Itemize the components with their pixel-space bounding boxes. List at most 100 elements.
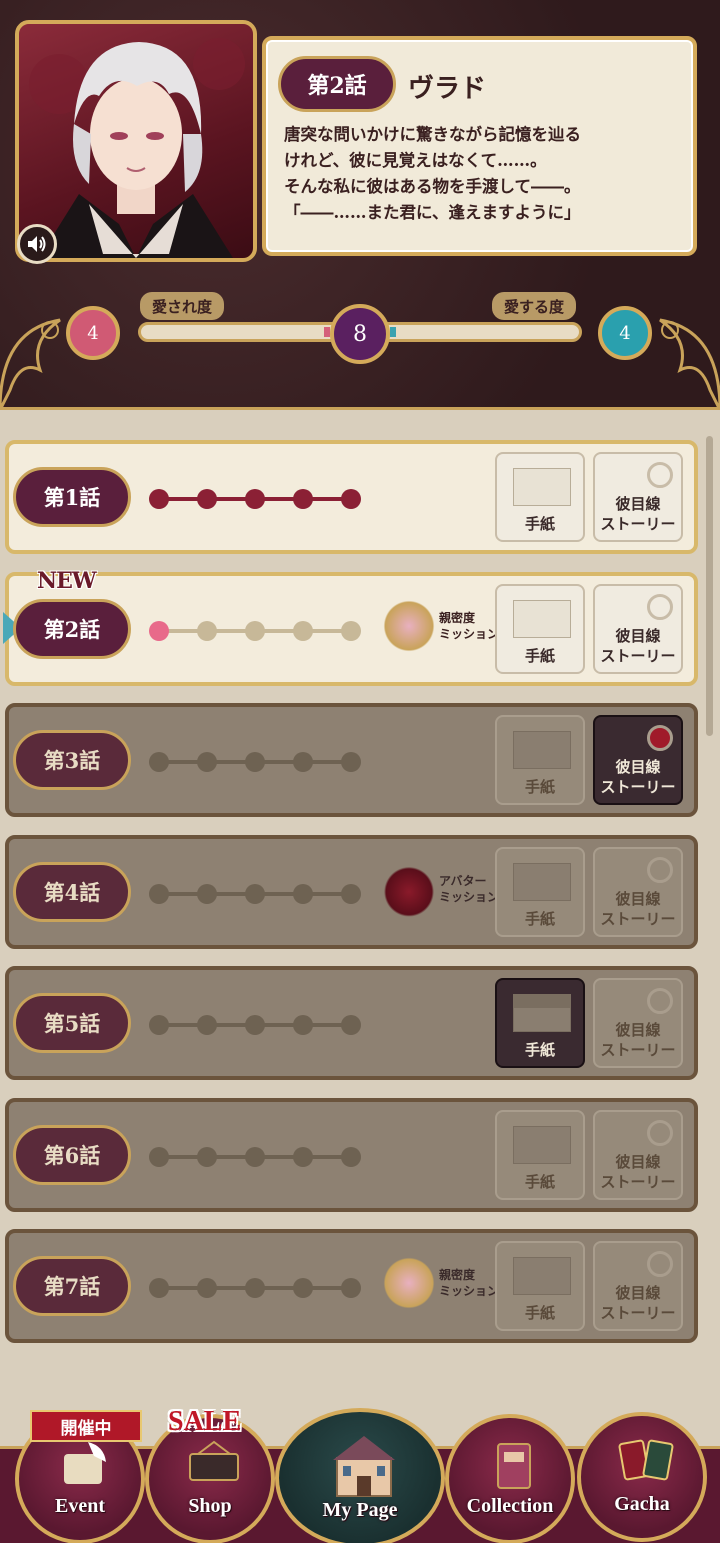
letter-button[interactable]: 手紙 <box>495 978 585 1068</box>
episode-list[interactable]: 第1話 手紙 彼目線 ストーリー NEW 第2話 親密度 ミッション 手紙 彼目線 ストーリー 第3話… <box>0 412 720 1543</box>
ornament-icon <box>647 988 673 1014</box>
story-label: 彼目線 ストーリー <box>595 1020 681 1060</box>
episode-row[interactable]: NEW 第2話 親密度 ミッション 手紙 彼目線 ストーリー <box>3 568 698 686</box>
episode-header: 第2話 ヴラド 唐突な問いかけに驚きながら記憶を辿る けれど、彼に見覚えはなくて… <box>0 0 720 410</box>
story-label: 彼目線 ストーリー <box>595 757 681 797</box>
nav-gacha-label: Gacha <box>614 1493 670 1515</box>
episode-description: 唐突な問いかけに驚きながら記憶を辿る けれど、彼に見覚えはなくて……。 そんな私… <box>284 122 689 226</box>
episode-label: 第2話 <box>13 598 131 659</box>
shop-sale-badge: SALE <box>168 1406 242 1437</box>
story-label-line: ストーリー <box>600 1172 676 1191</box>
progress-dot <box>197 883 217 904</box>
episode-row[interactable]: 第7話 親密度 ミッション 手紙 彼目線 ストーリー <box>5 1229 698 1343</box>
episode-title-badge: 第2話 <box>278 56 396 112</box>
progress-dot <box>293 489 313 509</box>
love-value: 4 <box>598 306 652 360</box>
description-line: 「――……また君に、逢えますように」 <box>284 203 581 222</box>
love-label: 愛する度 <box>492 292 577 320</box>
scroll-icon <box>64 1442 106 1484</box>
story-label-line: ストーリー <box>600 909 676 928</box>
episode-info-card: 第2話 ヴラド 唐突な問いかけに驚きながら記憶を辿る けれど、彼に見覚えはなくて… <box>262 36 697 256</box>
story-label-line: 彼目線 <box>615 889 661 908</box>
love-fill <box>390 327 396 337</box>
episode-row[interactable]: 第4話 アバター ミッション 手紙 彼目線 ストーリー <box>5 834 698 949</box>
his-perspective-story-button[interactable]: 彼目線 ストーリー <box>593 1109 683 1200</box>
episode-row[interactable]: 第3話 手紙 彼目線 ストーリー <box>5 703 698 817</box>
envelope-icon <box>513 468 571 506</box>
nav-mypage-button[interactable]: My Page <box>275 1408 445 1543</box>
nav-gacha-button[interactable]: Gacha <box>577 1412 707 1542</box>
compact-icon <box>381 1255 437 1311</box>
ornament-icon <box>647 462 673 488</box>
story-label: 彼目線 ストーリー <box>595 889 681 929</box>
character-portrait[interactable] <box>15 20 257 262</box>
mansion-icon <box>333 1436 395 1497</box>
progress-dot <box>149 620 169 641</box>
progress-dot <box>341 1015 361 1035</box>
progress-dot <box>293 883 313 904</box>
letter-button[interactable]: 手紙 <box>495 452 585 542</box>
voice-play-button[interactable] <box>17 224 57 264</box>
progress-dot <box>197 1278 217 1298</box>
progress-dot <box>293 1278 313 1298</box>
list-scrollbar[interactable] <box>706 436 713 736</box>
episode-label: 第1話 <box>13 467 131 527</box>
progress-dot <box>293 752 313 772</box>
nav-mypage-label: My Page <box>322 1499 398 1521</box>
mission-label-line: 親密度 <box>439 1268 476 1282</box>
episode-progress <box>149 1146 361 1168</box>
progress-dot <box>293 1015 313 1035</box>
progress-dot <box>149 883 169 904</box>
episode-progress <box>149 488 361 510</box>
mission-indicator[interactable]: 親密度 ミッション <box>381 1249 501 1319</box>
envelope-icon <box>513 862 571 901</box>
speaker-icon <box>28 236 46 252</box>
envelope-icon <box>513 731 571 769</box>
his-perspective-story-button[interactable]: 彼目線 ストーリー <box>593 846 683 937</box>
story-label-line: 彼目線 <box>615 1021 661 1039</box>
story-label-line: ストーリー <box>600 1304 676 1322</box>
episode-row[interactable]: 第1話 手紙 彼目線 ストーリー <box>5 440 698 554</box>
nav-collection-label: Collection <box>466 1495 554 1517</box>
story-label-line: 彼目線 <box>615 1152 661 1171</box>
his-perspective-story-button[interactable]: 彼目線 ストーリー <box>593 1241 683 1331</box>
story-label-line: ストーリー <box>600 646 676 665</box>
nav-collection-button[interactable]: Collection <box>445 1414 575 1543</box>
letter-button[interactable]: 手紙 <box>495 1109 585 1200</box>
progress-dot <box>245 620 265 641</box>
description-line: そんな私に彼はある物を手渡して――。 <box>284 177 581 196</box>
his-perspective-story-button[interactable]: 彼目線 ストーリー <box>593 715 683 805</box>
progress-dot <box>197 489 217 509</box>
letter-button[interactable]: 手紙 <box>495 583 585 674</box>
letter-button[interactable]: 手紙 <box>495 846 585 937</box>
progress-dot <box>341 1278 361 1298</box>
ornament-icon <box>647 1119 673 1146</box>
episode-row[interactable]: 第6話 手紙 彼目線 ストーリー <box>5 1097 698 1212</box>
his-perspective-story-button[interactable]: 彼目線 ストーリー <box>593 452 683 542</box>
progress-dot <box>245 1015 265 1035</box>
envelope-icon <box>513 994 571 1032</box>
mission-label-line: ミッション <box>439 889 500 904</box>
episode-progress <box>149 883 361 905</box>
episode-progress <box>149 751 361 773</box>
progress-dot <box>245 883 265 904</box>
story-label-line: ストーリー <box>600 515 676 533</box>
letter-label: 手紙 <box>524 1172 555 1191</box>
nav-event-label: Event <box>55 1495 105 1517</box>
mission-indicator[interactable]: アバター ミッション <box>381 855 501 925</box>
bottom-navigation: 開催中 SALE Event Shop My Page Collection G… <box>0 1406 720 1543</box>
progress-dot <box>245 752 265 772</box>
envelope-icon <box>513 1257 571 1295</box>
progress-dot <box>149 1278 169 1298</box>
letter-button[interactable]: 手紙 <box>495 1241 585 1331</box>
letter-button[interactable]: 手紙 <box>495 715 585 805</box>
progress-dot <box>149 1015 169 1035</box>
event-ongoing-badge: 開催中 <box>30 1410 142 1442</box>
episode-row[interactable]: 第5話 手紙 彼目線 ストーリー <box>5 966 698 1080</box>
story-label: 彼目線 ストーリー <box>595 494 681 534</box>
his-perspective-story-button[interactable]: 彼目線 ストーリー <box>593 978 683 1068</box>
mission-indicator[interactable]: 親密度 ミッション <box>381 592 501 662</box>
story-label: 彼目線 ストーリー <box>595 1283 681 1323</box>
mission-label-line: ミッション <box>439 626 500 641</box>
his-perspective-story-button[interactable]: 彼目線 ストーリー <box>593 583 683 674</box>
